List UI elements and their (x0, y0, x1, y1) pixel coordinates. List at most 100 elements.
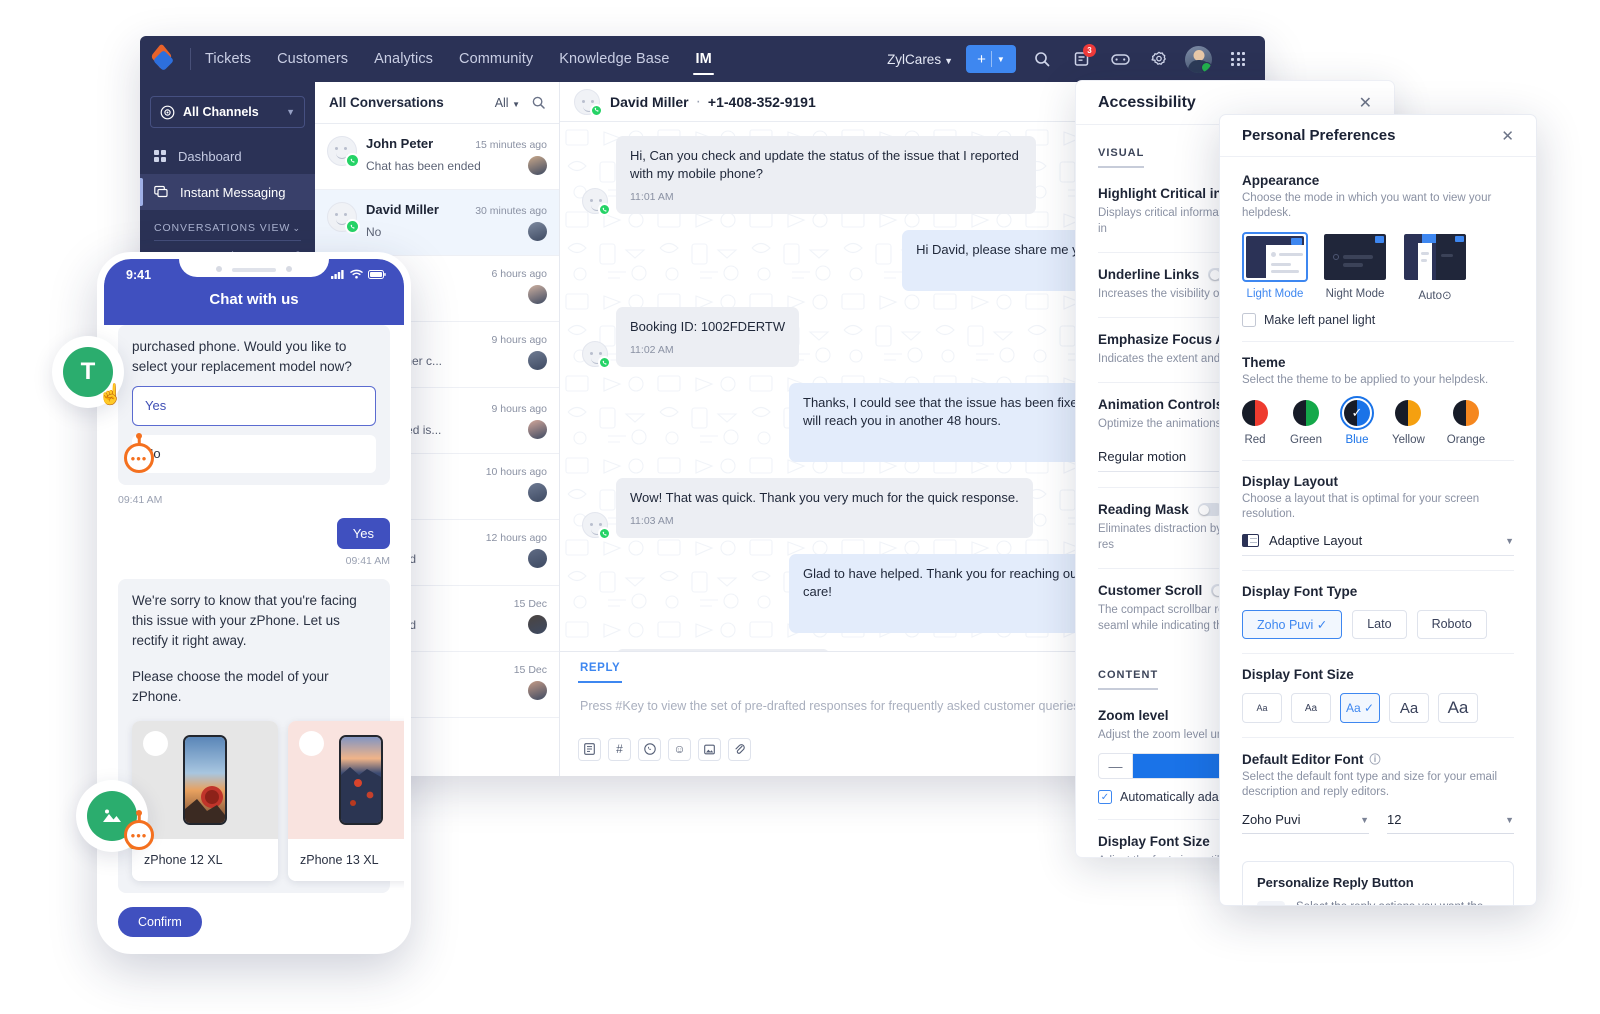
theme-desc: Select the theme to be applied to your h… (1242, 374, 1489, 386)
notifications-icon[interactable]: 3 (1068, 44, 1096, 72)
font-size-option[interactable]: Aa (1242, 693, 1282, 723)
conversation-list-item[interactable]: John Peter 15 minutes ago Chat has been en… (315, 124, 559, 190)
text-icon: T ☝ (63, 347, 123, 406)
nav-knowledge-base[interactable]: Knowledge Base (559, 39, 669, 79)
chevron-down-icon: ▼ (1505, 535, 1514, 546)
close-icon[interactable]: ✕ (1501, 127, 1514, 145)
mode-night[interactable]: Night Mode (1322, 232, 1388, 302)
default-editor-font-group: Default Editor Font ⓘ Select the default… (1242, 751, 1514, 848)
gamification-icon[interactable] (1107, 46, 1133, 72)
font-size-option[interactable]: Aa ✓ (1340, 693, 1380, 723)
attachment-icon[interactable] (728, 737, 751, 761)
template-icon[interactable] (578, 737, 601, 761)
option-no[interactable]: No (132, 435, 376, 473)
product-card[interactable]: zPhone 13 XL (288, 721, 404, 881)
confirm-button[interactable]: Confirm (118, 907, 202, 937)
theme-option[interactable]: Red (1242, 400, 1268, 446)
appearance-title: Appearance (1242, 173, 1320, 188)
sidebar-item-instant-messaging[interactable]: Instant Messaging (140, 174, 315, 210)
phone-thumbnail-icon (183, 735, 227, 825)
theme-label: Red (1244, 434, 1266, 446)
theme-option[interactable]: Yellow (1392, 400, 1425, 446)
conversation-preview: Chat has been ended (366, 158, 481, 173)
chat-contact-name: David Miller (610, 93, 689, 110)
nav-community[interactable]: Community (459, 39, 533, 79)
info-icon[interactable]: ⓘ (1370, 751, 1381, 767)
conversation-name: John Peter (366, 136, 434, 151)
font-type-option[interactable]: Roboto (1416, 610, 1487, 639)
theme-option[interactable]: Orange (1447, 400, 1485, 446)
top-navigation-bar: Tickets Customers Analytics Community Kn… (140, 36, 1265, 82)
conversation-time: 9 hours ago (491, 403, 547, 415)
whatsapp-icon (345, 219, 360, 234)
editor-font-family-select[interactable]: Zoho Puvi ▼ (1242, 812, 1369, 834)
search-icon[interactable] (1029, 46, 1055, 72)
close-icon[interactable]: ✕ (1359, 93, 1372, 113)
radio-button[interactable] (299, 731, 324, 756)
conversation-time: 30 minutes ago (475, 205, 547, 217)
checkbox-unchecked-icon[interactable]: ✓ (1242, 313, 1256, 327)
sidebar-item-dashboard[interactable]: Dashboard (140, 138, 315, 174)
add-button[interactable]: + ▼ (966, 45, 1016, 73)
option-yes[interactable]: Yes (132, 386, 376, 426)
font-size-option[interactable]: Aa (1389, 693, 1429, 723)
hash-icon[interactable]: # (608, 737, 631, 761)
org-switcher[interactable]: ZylCares ▼ (887, 52, 953, 67)
channel-selector-label: All Channels (183, 105, 259, 119)
bot-message-bubble: purchased phone. Would you like to selec… (118, 325, 390, 485)
reply-tab[interactable]: REPLY (578, 652, 623, 683)
sidebar-section-conversations-view[interactable]: CONVERSATIONS VIEW ⌄ (154, 222, 301, 241)
decrease-icon[interactable]: — (1099, 754, 1133, 778)
display-layout-select[interactable]: Adaptive Layout ▼ (1242, 533, 1514, 556)
conversation-filter[interactable]: All ▼ (495, 96, 520, 110)
image-icon[interactable] (698, 737, 721, 761)
make-left-panel-light-row[interactable]: ✓ Make left panel light (1242, 313, 1514, 327)
chevron-down-icon: ⌄ (292, 222, 301, 233)
default-editor-font-label: Default Editor Font (1242, 751, 1364, 767)
mode-auto[interactable]: Auto⊙ (1402, 232, 1468, 302)
editor-font-size-select[interactable]: 12 ▼ (1387, 812, 1514, 834)
theme-swatch (1292, 400, 1319, 426)
checkbox-checked-icon[interactable]: ✓ (1098, 790, 1112, 804)
default-editor-font-desc: Select the default font type and size fo… (1242, 771, 1498, 798)
nav-analytics[interactable]: Analytics (374, 39, 433, 79)
sidebar-section-label: CONVERSATIONS VIEW (154, 222, 291, 234)
theme-label: Orange (1446, 434, 1486, 446)
nav-tickets[interactable]: Tickets (205, 39, 251, 79)
display-font-size-title: Display Font Size (1242, 667, 1354, 682)
app-logo-icon (150, 43, 178, 72)
search-icon[interactable] (532, 96, 545, 109)
user-reply-row: Yes (118, 518, 390, 549)
personalize-reply-button-card[interactable]: Personalize Reply Button Select the repl… (1242, 861, 1514, 905)
product-card[interactable]: zPhone 12 XL (132, 721, 278, 881)
contact-avatar (327, 202, 360, 234)
channel-selector[interactable]: All Channels ▼ (150, 96, 305, 128)
font-type-option[interactable]: Lato (1352, 610, 1407, 639)
conversation-time: 10 hours ago (485, 466, 547, 478)
theme-option[interactable]: Green (1290, 400, 1322, 446)
gear-icon[interactable] (1146, 46, 1172, 72)
conversation-time: 9 hours ago (491, 334, 547, 346)
font-size-option[interactable]: Aa (1438, 693, 1478, 723)
user-avatar[interactable] (1185, 45, 1212, 73)
emoji-icon[interactable]: ☺ (668, 737, 691, 761)
display-font-type-title: Display Font Type (1242, 584, 1358, 599)
theme-option[interactable]: ✓ Blue (1339, 396, 1374, 446)
nav-customers[interactable]: Customers (277, 39, 348, 79)
chat-icon (154, 185, 168, 198)
contact-avatar (582, 341, 611, 369)
whatsapp-icon[interactable] (638, 737, 661, 761)
screen-root: Tickets Customers Analytics Community Kn… (0, 0, 1600, 1014)
conversation-filter-label: All (494, 95, 509, 110)
apps-grid-icon[interactable] (1225, 46, 1251, 72)
conversation-list-item[interactable]: David Miller 30 minutes ago No (315, 190, 559, 256)
appearance-group: Appearance Choose the mode in which you … (1242, 173, 1514, 342)
mode-light[interactable]: Light Mode (1242, 232, 1308, 302)
message-time: 11:01 AM (630, 191, 674, 203)
assigned-agent-avatar (528, 420, 547, 439)
font-type-option[interactable]: Zoho Puvi ✓ (1242, 610, 1343, 639)
nav-im[interactable]: IM (693, 39, 715, 79)
font-size-option[interactable]: Aa (1291, 693, 1331, 723)
radio-button[interactable] (143, 731, 168, 756)
conversation-time: 12 hours ago (485, 532, 547, 544)
